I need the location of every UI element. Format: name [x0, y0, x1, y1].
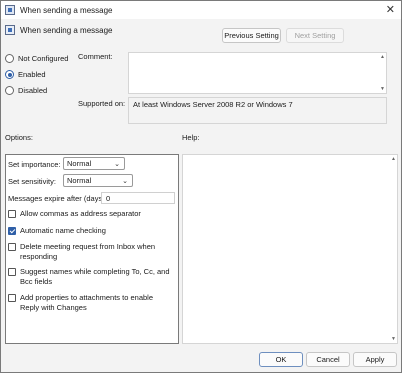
checkbox[interactable]: [8, 210, 16, 218]
checkbox-label: Automatic name checking: [20, 226, 106, 235]
radio-label: Not Configured: [18, 54, 69, 63]
radio-not-configured[interactable]: Not Configured: [5, 54, 68, 63]
checkbox[interactable]: [8, 268, 16, 276]
ok-button[interactable]: OK: [259, 352, 303, 367]
radio-label: Disabled: [18, 86, 48, 95]
expire-label: Messages expire after (days):: [8, 194, 107, 203]
policy-name: When sending a message: [20, 25, 113, 35]
checkbox-label: Allow commas as address separator: [20, 209, 141, 218]
policy-settings-icon: [5, 5, 15, 15]
comment-label: Comment:: [78, 52, 113, 61]
supported-on-value: At least Windows Server 2008 R2 or Windo…: [128, 97, 387, 124]
checkbox-label: Delete meeting request from Inbox when r…: [20, 242, 156, 261]
radio-disabled[interactable]: Disabled: [5, 86, 47, 95]
scroll-up-icon[interactable]: ▲: [380, 54, 385, 60]
checkbox-automatic-name-checking[interactable]: Automatic name checking: [8, 226, 173, 236]
expire-days-input[interactable]: 0: [101, 192, 175, 204]
cancel-button[interactable]: Cancel: [306, 352, 350, 367]
previous-setting-button[interactable]: Previous Setting: [222, 28, 281, 43]
importance-label: Set importance:: [8, 160, 61, 169]
comment-field[interactable]: ▲ ▼: [128, 52, 387, 94]
sensitivity-value: Normal: [67, 176, 92, 185]
title-bar: When sending a message ✕: [1, 1, 401, 19]
policy-dialog-window: When sending a message ✕ When sending a …: [0, 0, 402, 373]
checkbox-add-properties-attachments[interactable]: Add properties to attachments to enable …: [8, 293, 173, 312]
policy-header: When sending a message: [5, 25, 113, 35]
checkbox-suggest-names[interactable]: Suggest names while completing To, Cc, a…: [8, 267, 173, 286]
scroll-down-icon[interactable]: ▼: [380, 86, 385, 92]
importance-select[interactable]: Normal ⌄: [63, 157, 125, 170]
sensitivity-label: Set sensitivity:: [8, 177, 56, 186]
checkbox[interactable]: [8, 243, 16, 251]
apply-button[interactable]: Apply: [353, 352, 397, 367]
options-section-label: Options:: [5, 133, 33, 142]
chevron-down-icon: ⌄: [114, 161, 120, 168]
radio-button[interactable]: [5, 86, 14, 95]
next-setting-button[interactable]: Next Setting: [286, 28, 344, 43]
checkbox-delete-meeting-request[interactable]: Delete meeting request from Inbox when r…: [8, 242, 173, 261]
checkbox[interactable]: [8, 294, 16, 302]
sensitivity-select[interactable]: Normal ⌄: [63, 174, 133, 187]
close-icon[interactable]: ✕: [386, 3, 395, 17]
help-section-label: Help:: [182, 133, 200, 142]
options-panel: Set importance: Normal ⌄ Set sensitivity…: [5, 154, 179, 344]
radio-enabled[interactable]: Enabled: [5, 70, 46, 79]
scroll-up-icon[interactable]: ▲: [391, 156, 396, 162]
supported-on-label: Supported on:: [78, 99, 126, 108]
checkbox-label: Suggest names while completing To, Cc, a…: [20, 267, 170, 286]
checkbox[interactable]: [8, 227, 16, 235]
policy-settings-icon: [5, 25, 15, 35]
window-title: When sending a message: [20, 5, 113, 15]
checkbox-allow-commas[interactable]: Allow commas as address separator: [8, 209, 173, 219]
radio-button[interactable]: [5, 70, 14, 79]
scroll-down-icon[interactable]: ▼: [391, 336, 396, 342]
radio-label: Enabled: [18, 70, 46, 79]
importance-value: Normal: [67, 159, 92, 168]
help-panel: ▲ ▼: [182, 154, 398, 344]
radio-button[interactable]: [5, 54, 14, 63]
checkbox-label: Add properties to attachments to enable …: [20, 293, 154, 312]
chevron-down-icon: ⌄: [122, 178, 128, 185]
